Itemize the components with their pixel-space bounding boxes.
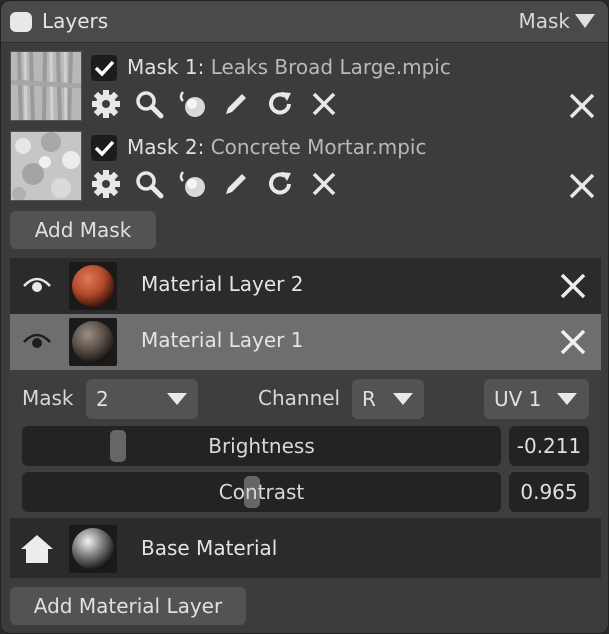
panel-title: Layers	[42, 9, 109, 33]
contrast-slider[interactable]: Contrast	[22, 472, 501, 512]
eye-icon[interactable]	[22, 330, 52, 354]
chevron-down-icon	[557, 393, 577, 405]
gear-icon[interactable]	[91, 89, 121, 119]
mask-2-label: Mask 2: Concrete Mortar.mpic	[127, 135, 426, 159]
panel-collapse-icon[interactable]	[10, 12, 32, 32]
gear-icon[interactable]	[91, 169, 121, 199]
mask-2-index: Mask 2:	[127, 135, 205, 159]
mask-1-checkbox[interactable]	[91, 55, 117, 81]
brightness-slider[interactable]: Brightness	[22, 426, 501, 466]
close-icon[interactable]	[309, 169, 339, 199]
uv-select-value: UV 1	[494, 387, 542, 411]
channel-select-value: R	[362, 387, 376, 411]
material-layer-1-name: Material Layer 1	[141, 328, 304, 352]
mask-2-thumbnail[interactable]	[10, 131, 82, 201]
close-icon[interactable]	[309, 89, 339, 119]
material-layer-2-row[interactable]: Material Layer 2	[10, 258, 601, 314]
layers-panel: Layers Mask Mask 1: Leaks Broad Large.mp…	[0, 0, 609, 634]
material-layer-stack: Material Layer 2 Material Layer 1 Mask 2…	[10, 258, 601, 578]
remove-mask-1-icon[interactable]	[567, 91, 597, 121]
add-mask-button[interactable]: Add Mask	[10, 211, 156, 249]
paint-bucket-icon[interactable]	[177, 89, 207, 119]
paint-bucket-icon[interactable]	[177, 169, 207, 199]
base-material-name: Base Material	[141, 536, 278, 560]
chevron-down-icon[interactable]	[574, 13, 596, 29]
channel-select[interactable]: R	[352, 379, 424, 419]
refresh-icon[interactable]	[265, 89, 295, 119]
brightness-label: Brightness	[208, 434, 315, 458]
refresh-icon[interactable]	[265, 169, 295, 199]
mask-1-file: Leaks Broad Large.mpic	[210, 55, 451, 79]
contrast-value-field[interactable]: 0.965	[509, 472, 589, 512]
add-material-layer-button[interactable]: Add Material Layer	[10, 587, 246, 625]
delete-layer-2-icon[interactable]	[558, 271, 588, 301]
base-material-preview	[69, 525, 117, 573]
search-icon[interactable]	[134, 169, 164, 199]
base-material-row[interactable]: Base Material	[10, 520, 601, 578]
channel-select-label: Channel	[258, 386, 341, 410]
mask-1-thumbnail[interactable]	[10, 51, 82, 121]
pencil-icon[interactable]	[221, 169, 251, 199]
mode-dropdown[interactable]: Mask	[518, 9, 570, 33]
mask-select[interactable]: 2	[86, 379, 198, 419]
eye-icon[interactable]	[22, 274, 52, 298]
mask-row-2: Mask 2: Concrete Mortar.mpic	[1, 127, 608, 205]
mask-2-file: Concrete Mortar.mpic	[210, 135, 427, 159]
material-layer-1-preview	[69, 318, 117, 366]
material-layer-2-preview	[69, 262, 117, 310]
mask-select-label: Mask	[22, 386, 74, 410]
mask-row-1: Mask 1: Leaks Broad Large.mpic	[1, 47, 608, 125]
search-icon[interactable]	[134, 89, 164, 119]
remove-mask-2-icon[interactable]	[567, 171, 597, 201]
mask-1-index: Mask 1:	[127, 55, 205, 79]
brightness-value-field[interactable]: -0.211	[509, 426, 589, 466]
material-layer-2-name: Material Layer 2	[141, 272, 304, 296]
delete-layer-1-icon[interactable]	[558, 327, 588, 357]
contrast-label: Contrast	[218, 480, 305, 504]
material-layer-1-row[interactable]: Material Layer 1	[10, 314, 601, 370]
layer-properties: Mask 2 Channel R UV 1 Brightness -0.211	[10, 370, 601, 518]
chevron-down-icon	[167, 393, 187, 405]
home-icon	[21, 535, 53, 563]
chevron-down-icon	[393, 393, 413, 405]
mask-select-value: 2	[96, 387, 109, 411]
mask-1-label: Mask 1: Leaks Broad Large.mpic	[127, 55, 451, 79]
panel-header: Layers Mask	[1, 1, 608, 43]
pencil-icon[interactable]	[221, 89, 251, 119]
uv-select[interactable]: UV 1	[484, 379, 589, 419]
mask-2-checkbox[interactable]	[91, 135, 117, 161]
